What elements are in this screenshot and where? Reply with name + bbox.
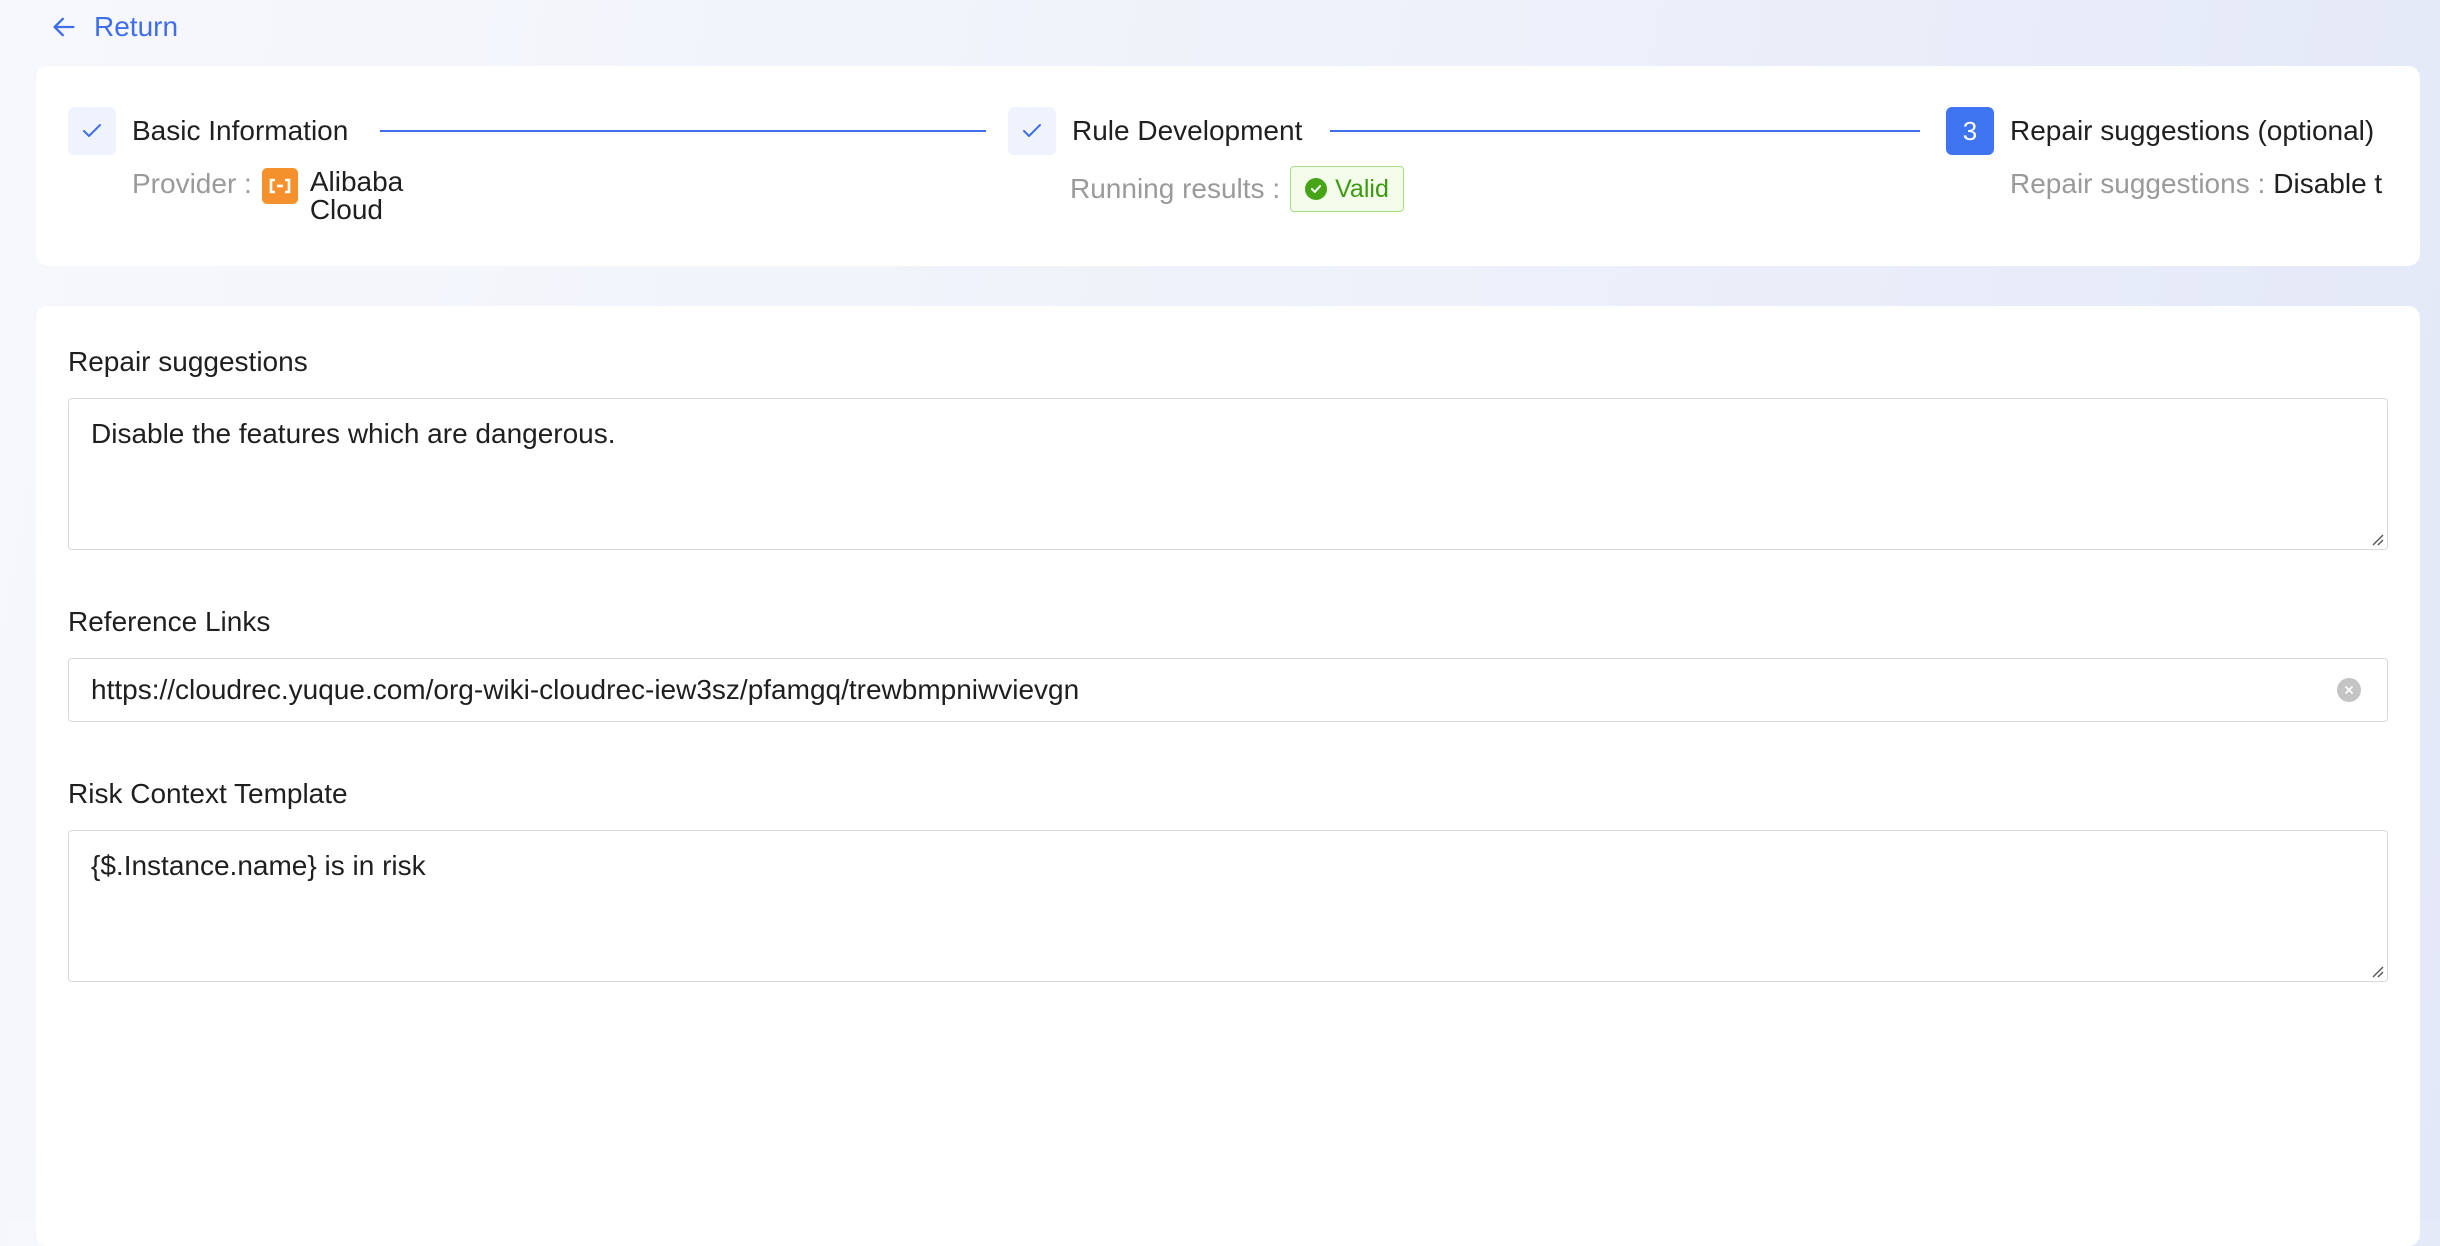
step-repair-suggestions[interactable]: 3 Repair suggestions (optional) [1946, 106, 2374, 156]
step-description: Running results : Valid [1070, 166, 1404, 212]
provider-name: Alibaba Cloud [310, 168, 403, 224]
arrow-left-icon [53, 17, 75, 37]
check-icon [68, 107, 116, 155]
status-badge: Valid [1290, 166, 1404, 212]
check-circle-icon [1305, 178, 1328, 200]
step-description: Provider : Alibaba Cloud [132, 168, 403, 224]
provider-name-line2: Cloud [309, 194, 383, 225]
step-rule-development[interactable]: Rule Development [1008, 106, 1302, 156]
steps-card: Basic Information Provider : Alibaba Clo… [36, 66, 2420, 266]
form-card: Repair suggestions Disable the features … [36, 306, 2420, 1246]
risk-context-template-label: Risk Context Template [68, 778, 348, 809]
provider-label: Provider : [132, 168, 252, 199]
risk-context-template-text: {$.Instance.name} is in risk [91, 850, 426, 881]
step-title: Basic Information [132, 115, 349, 146]
repair-suggestions-value: Disable the features which are dangerous… [2273, 168, 2384, 199]
step-connector [380, 130, 986, 132]
step-description: Repair suggestions : Disable the feature… [2010, 168, 2384, 200]
return-label: Return [94, 11, 179, 42]
step-title: Rule Development [1072, 115, 1303, 146]
step-connector [1330, 130, 1920, 132]
repair-suggestions-label: Repair suggestions : [2010, 168, 2266, 199]
clear-icon[interactable] [2337, 678, 2361, 702]
repair-suggestions-text: Disable the features which are dangerous… [91, 418, 616, 449]
step-number: 3 [1946, 107, 1994, 155]
return-link[interactable]: Return [50, 8, 178, 46]
reference-links-label: Reference Links [68, 606, 271, 637]
resize-handle-icon[interactable] [2369, 531, 2385, 547]
step-title: Repair suggestions (optional) [2010, 115, 2375, 146]
risk-context-template-textarea[interactable]: {$.Instance.name} is in risk [68, 830, 2388, 982]
alibaba-cloud-logo-icon [261, 168, 298, 204]
step-basic-information[interactable]: Basic Information [68, 106, 348, 156]
check-icon [1008, 107, 1056, 155]
running-results-label: Running results : [1070, 173, 1281, 204]
repair-suggestions-label: Repair suggestions [68, 346, 308, 377]
provider-name-line1: Alibaba [309, 166, 404, 197]
resize-handle-icon[interactable] [2369, 963, 2385, 979]
repair-suggestions-textarea[interactable]: Disable the features which are dangerous… [68, 398, 2388, 550]
reference-links-value: https://cloudrec.yuque.com/org-wiki-clou… [91, 674, 1080, 705]
reference-links-input[interactable]: https://cloudrec.yuque.com/org-wiki-clou… [68, 658, 2388, 722]
status-badge-text: Valid [1335, 174, 1389, 203]
